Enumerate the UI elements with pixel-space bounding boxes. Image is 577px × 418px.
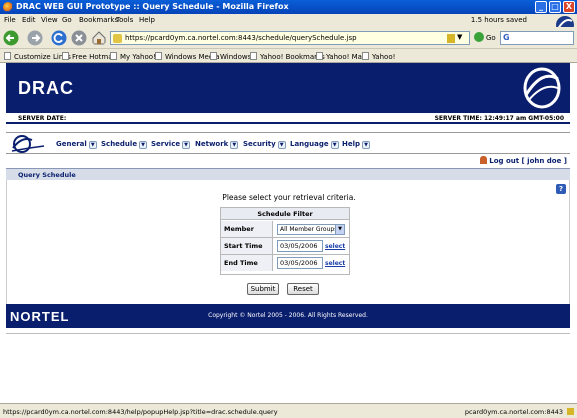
page-icon (4, 52, 11, 60)
bookmark-item[interactable]: Free Hotmail (62, 52, 116, 61)
go-button-label[interactable]: Go (486, 34, 496, 42)
bookmarks-toolbar: Customize Links Free Hotmail My Yahoo! W… (0, 49, 577, 63)
address-bar[interactable]: https://pcard0ym.ca.nortel.com:8443/sche… (110, 31, 470, 45)
reload-icon[interactable] (51, 30, 67, 46)
chevron-down-icon[interactable]: ▼ (457, 33, 467, 43)
menu-help[interactable]: Help (139, 16, 155, 24)
logout-link[interactable]: Log out [ john doe ] (480, 156, 567, 165)
chevron-down-icon[interactable]: ▼ (335, 225, 344, 234)
chevron-down-icon[interactable]: ▼ (182, 141, 191, 149)
page-icon (250, 52, 257, 60)
query-panel: ? Please select your retrieval criteria.… (6, 180, 570, 304)
start-time-input[interactable]: 03/05/2006 (277, 240, 323, 252)
page-icon (110, 52, 117, 60)
app-navigation: General ▼ Schedule ▼ Service ▼ Network ▼ Sec… (6, 132, 570, 154)
status-link-url: https://pcard0ym.ca.nortel.com:8443/help… (3, 408, 278, 416)
nav-service[interactable]: Service ▼ (151, 140, 191, 149)
go-icon[interactable] (474, 32, 484, 42)
member-group-select[interactable]: All Member Groups ▼ (277, 224, 345, 235)
minimize-button[interactable]: _ (535, 1, 547, 13)
start-time-select-link[interactable]: select (325, 243, 345, 250)
chevron-down-icon[interactable]: ▼ (88, 141, 97, 149)
drac-logo: DRAC (18, 78, 74, 98)
section-header: Query Schedule (6, 168, 570, 180)
nortel-globe-icon (523, 67, 561, 109)
navigation-toolbar: https://pcard0ym.ca.nortel.com:8443/sche… (0, 27, 577, 49)
reset-button[interactable]: Reset (287, 283, 319, 295)
start-time-label: Start Time (221, 238, 273, 254)
nortel-globe-small-icon (11, 135, 44, 153)
page-icon (316, 52, 323, 60)
window-title: DRAC WEB GUI Prototype :: Query Schedule… (16, 2, 289, 11)
section-title: Query Schedule (18, 171, 76, 179)
end-time-input[interactable]: 03/05/2006 (277, 257, 323, 269)
status-host: pcard0ym.ca.nortel.com:8443 (464, 408, 563, 416)
status-bar: https://pcard0ym.ca.nortel.com:8443/help… (0, 403, 577, 418)
app-footer: NORTEL Copyright © Nortel 2005 - 2006. A… (6, 304, 570, 328)
member-group-label: Member Group (221, 221, 273, 249)
member-group-value: All Member Groups (280, 226, 338, 233)
copyright-text: Copyright © Nortel 2005 - 2006. All Righ… (208, 312, 368, 319)
nav-network[interactable]: Network ▼ (195, 140, 239, 149)
server-date: SERVER DATE: (18, 115, 67, 122)
site-identity-icon[interactable] (113, 34, 122, 43)
page-icon (362, 52, 369, 60)
menu-file[interactable]: File (4, 16, 16, 24)
menu-view[interactable]: View (41, 16, 58, 24)
page-icon (210, 52, 217, 60)
retrieval-prompt: Please select your retrieval criteria. (222, 193, 356, 202)
nav-help[interactable]: Help ▼ (342, 140, 371, 149)
bookmark-item[interactable]: Yahoo! Mail (316, 52, 366, 61)
nav-general[interactable]: General ▼ (56, 140, 97, 149)
forward-icon[interactable] (27, 30, 43, 46)
bookmark-item[interactable]: Yahoo! (362, 52, 395, 61)
chevron-down-icon[interactable]: ▼ (139, 141, 148, 149)
nav-schedule[interactable]: Schedule ▼ (101, 140, 148, 149)
firefox-icon (3, 2, 13, 12)
bookmark-item[interactable]: Customize Links (4, 52, 71, 61)
menu-edit[interactable]: Edit (22, 16, 36, 24)
back-icon[interactable] (3, 30, 19, 46)
web-content: DRAC SERVER DATE: SERVER TIME: 12:49:17 … (0, 63, 577, 403)
google-icon: G (503, 33, 510, 42)
page-icon (62, 52, 69, 60)
bookmark-item[interactable]: Yahoo! Bookmarks (250, 52, 325, 61)
search-input[interactable]: G (500, 31, 574, 45)
server-time: SERVER TIME: 12:49:17 am GMT-05:00 (434, 115, 564, 122)
member-group-row: Member Group All Member Groups ▼ (221, 221, 349, 249)
schedule-filter-table: Schedule Filter Member Group All Member … (220, 207, 350, 275)
address-url[interactable]: https://pcard0ym.ca.nortel.com:8443/sche… (125, 34, 357, 42)
padlock-icon[interactable] (447, 34, 455, 43)
submit-button[interactable]: Submit (247, 283, 279, 295)
maximize-button[interactable]: □ (549, 1, 561, 13)
close-button[interactable]: X (563, 1, 575, 13)
nav-security[interactable]: Security ▼ (243, 140, 286, 149)
menu-go[interactable]: Go (62, 16, 72, 24)
stop-icon[interactable] (71, 30, 87, 46)
page-icon (155, 52, 162, 60)
saved-time-status: 1.5 hours saved (470, 16, 527, 24)
end-time-row: End Time 03/05/2006 select (221, 255, 349, 272)
chevron-down-icon[interactable]: ▼ (230, 141, 239, 149)
user-icon (480, 156, 488, 164)
app-banner: DRAC (6, 63, 570, 113)
chevron-down-icon[interactable]: ▼ (277, 141, 286, 149)
chevron-down-icon[interactable]: ▼ (362, 141, 371, 149)
bookmark-item[interactable]: My Yahoo! (110, 52, 156, 61)
menu-bookmarks[interactable]: Bookmarks (79, 16, 118, 24)
bookmark-item[interactable]: Windows (210, 52, 251, 61)
window-titlebar: DRAC WEB GUI Prototype :: Query Schedule… (0, 0, 577, 14)
end-time-select-link[interactable]: select (325, 260, 345, 267)
footer-divider (6, 330, 570, 334)
menu-tools[interactable]: Tools (116, 16, 133, 24)
home-icon[interactable] (91, 30, 107, 46)
server-info-bar: SERVER DATE: SERVER TIME: 12:49:17 am GM… (6, 113, 570, 124)
chevron-down-icon[interactable]: ▼ (330, 141, 339, 149)
menubar: File Edit View Go Bookmarks Tools Help 1… (0, 14, 577, 27)
filter-title: Schedule Filter (221, 208, 349, 220)
secure-lock-icon[interactable] (567, 408, 574, 415)
nav-language[interactable]: Language ▼ (290, 140, 339, 149)
start-time-row: Start Time 03/05/2006 select (221, 238, 349, 255)
end-time-label: End Time (221, 255, 273, 271)
